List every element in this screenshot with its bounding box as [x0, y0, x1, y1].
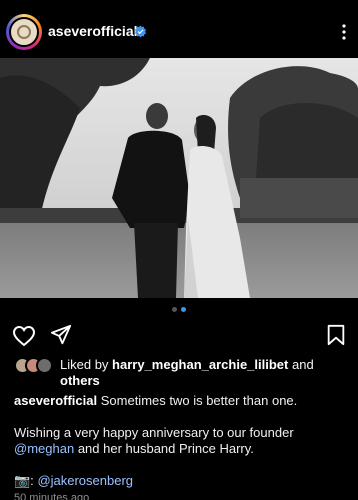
post-photo[interactable]: [0, 58, 358, 298]
post-header: aseverofficial: [0, 0, 358, 58]
caption-line-3: 📷: @jakerosenberg: [14, 473, 344, 489]
likes-summary[interactable]: Liked by harry_meghan_archie_lilibet and…: [14, 357, 344, 389]
post-timestamp: 50 minutes ago: [14, 492, 90, 500]
mention-meghan[interactable]: @meghan: [14, 441, 74, 456]
likes-others[interactable]: others: [60, 373, 100, 388]
caption-line-1: aseverofficial Sometimes two is better t…: [14, 393, 344, 409]
likes-prefix: Liked by: [60, 357, 109, 372]
likes-and: and: [291, 357, 314, 372]
caption-text-2a: Wishing a very happy anniversary to our …: [14, 425, 294, 440]
brand-logo-icon: [17, 25, 31, 39]
carousel-indicator: [172, 307, 186, 312]
verified-badge-icon: [134, 25, 147, 38]
photo-scene: [0, 58, 358, 298]
caption-username[interactable]: aseverofficial: [14, 393, 97, 408]
liker-username[interactable]: harry_meghan_archie_lilibet: [112, 357, 288, 372]
carousel-dot-2: [181, 307, 186, 312]
heart-icon[interactable]: [12, 324, 36, 348]
more-options-icon[interactable]: [342, 24, 346, 40]
post-actions: [0, 324, 358, 350]
avatar-image: [9, 17, 39, 47]
profile-avatar[interactable]: [6, 14, 42, 50]
post-username[interactable]: aseverofficial: [48, 23, 138, 39]
mention-jakerosenberg[interactable]: @jakerosenberg: [37, 473, 133, 488]
caption-line-2: Wishing a very happy anniversary to our …: [14, 425, 344, 457]
liker-avatars: [14, 357, 58, 375]
carousel-dot-1: [172, 307, 177, 312]
caption-text-1: Sometimes two is better than one.: [100, 393, 298, 408]
camera-emoji: 📷:: [14, 473, 34, 488]
post-caption: aseverofficial Sometimes two is better t…: [14, 393, 344, 500]
bookmark-icon[interactable]: [326, 324, 346, 346]
liker-avatar-3: [36, 357, 53, 374]
caption-text-2b: and her husband Prince Harry.: [77, 441, 254, 456]
share-icon[interactable]: [50, 324, 72, 346]
